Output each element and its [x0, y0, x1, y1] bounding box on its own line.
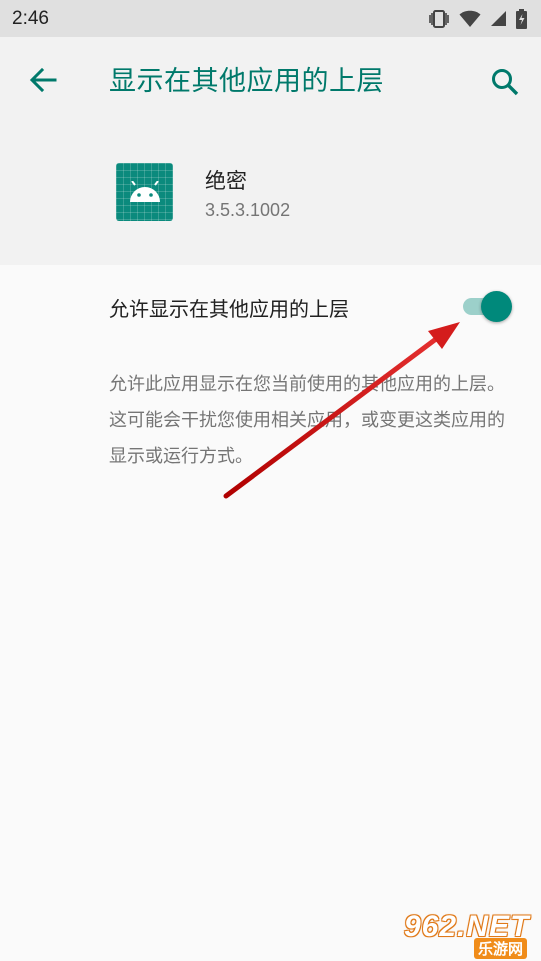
watermark-subtitle: 乐游网: [474, 938, 528, 959]
vibrate-icon: [428, 9, 450, 29]
overlay-permission-toggle[interactable]: [461, 291, 513, 322]
page-title: 显示在其他应用的上层: [109, 66, 384, 97]
android-icon: [116, 163, 173, 221]
battery-charging-icon: [516, 8, 527, 29]
arrow-back-icon: [29, 67, 57, 93]
search-button[interactable]: [486, 63, 524, 101]
signal-icon: [490, 10, 507, 27]
status-time: 2:46: [12, 7, 49, 29]
wifi-icon: [459, 10, 481, 28]
toggle-thumb: [481, 291, 512, 322]
setting-summary: 允许此应用显示在您当前使用的其他应用的上层。这可能会干扰您使用相关应用，或变更这…: [109, 374, 505, 467]
back-button[interactable]: [26, 63, 60, 97]
setting-label: 允许显示在其他应用的上层: [109, 297, 349, 321]
watermark: 962.NET 乐游网: [404, 910, 540, 960]
app-bar: 显示在其他应用的上层: [0, 37, 541, 120]
overlay-permission-row[interactable]: 允许显示在其他应用的上层: [0, 265, 541, 347]
search-icon: [492, 69, 519, 96]
app-version: 3.5.3.1002: [205, 200, 291, 220]
app-name: 绝密: [205, 169, 247, 193]
app-header: 绝密 3.5.3.1002: [0, 120, 541, 265]
status-bar: 2:46: [0, 0, 541, 37]
system-icons: [428, 8, 527, 29]
